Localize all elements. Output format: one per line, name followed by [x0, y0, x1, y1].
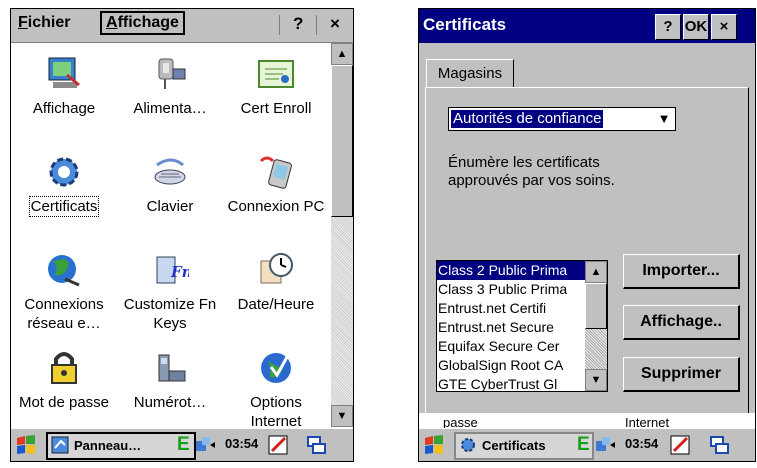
clock-time[interactable]: 03:54	[625, 436, 658, 451]
scrollbar-thumb[interactable]	[585, 283, 607, 329]
certificates-dialog: Certificats ? OK × Magasins Autorités de…	[418, 8, 756, 462]
list-item[interactable]: GTE CyberTrust Gl	[437, 375, 607, 391]
scrollbar-thumb[interactable]	[331, 65, 353, 217]
control-panel-item-options-internet[interactable]: Options Internet	[223, 349, 329, 427]
scroll-up-arrow-icon[interactable]: ▲	[331, 43, 353, 65]
control-panel-item-certificats[interactable]: Certificats	[11, 153, 117, 217]
tab-magasins[interactable]: Magasins	[426, 59, 514, 88]
power-icon	[151, 55, 189, 93]
windows-flag-icon[interactable]	[14, 433, 38, 457]
menu-bar: Fichier Affichage ? ×	[11, 9, 353, 43]
store-dropdown[interactable]: Autorités de confiance ▼	[448, 107, 676, 131]
close-button[interactable]: ×	[330, 14, 340, 34]
list-item[interactable]: GlobalSign Root CA	[437, 356, 607, 375]
control-panel-item-alimentation[interactable]: Alimenta…	[117, 55, 223, 118]
control-panel-item-customize-fn-keys[interactable]: Fn Customize Fn Keys	[117, 251, 223, 333]
certificate-enroll-icon	[257, 55, 295, 93]
list-item[interactable]: Entrust.net Secure	[437, 318, 607, 337]
certificats-label: Certificats	[28, 196, 100, 217]
clock-time[interactable]: 03:54	[225, 436, 258, 451]
list-item[interactable]: Equifax Secure Cer	[437, 337, 607, 356]
windows-flag-icon[interactable]	[422, 433, 446, 457]
list-item[interactable]: Class 3 Public Prima	[437, 280, 607, 299]
padlock-icon	[45, 349, 83, 387]
menu-separator	[279, 15, 280, 35]
windows-switch-icon[interactable]	[306, 435, 326, 455]
certificates-icon	[460, 437, 476, 453]
control-panel-item-connexions-reseau[interactable]: Connexions réseau e…	[11, 251, 117, 333]
menu-separator	[316, 15, 317, 35]
import-button[interactable]: Importer...	[623, 254, 740, 289]
control-panel-item-cert-enroll[interactable]: Cert Enroll	[223, 55, 329, 118]
control-panel-item-affichage[interactable]: Affichage	[11, 55, 117, 118]
clock-icon	[257, 251, 295, 289]
list-item[interactable]: Entrust.net Certifi	[437, 299, 607, 318]
list-item[interactable]: Class 2 Public Prima	[437, 261, 607, 280]
close-button[interactable]: ×	[711, 14, 737, 40]
control-panel-item-connexion-pc[interactable]: Connexion PC	[223, 153, 329, 216]
network-e-icon[interactable]: E	[177, 434, 190, 456]
help-button[interactable]: ?	[293, 14, 303, 34]
vertical-scrollbar[interactable]: ▲ ▼	[331, 43, 353, 427]
connectivity-icon[interactable]	[594, 435, 615, 455]
internet-options-icon	[257, 349, 295, 387]
certificates-icon	[45, 153, 83, 191]
windows-switch-icon[interactable]	[709, 435, 729, 455]
network-globe-icon	[45, 251, 83, 289]
control-panel-item-mot-de-passe[interactable]: Mot de passe	[11, 349, 117, 412]
ok-button[interactable]: OK	[683, 14, 709, 40]
pen-input-icon[interactable]	[268, 435, 288, 455]
scroll-down-arrow-icon[interactable]: ▼	[331, 405, 353, 427]
help-button[interactable]: ?	[655, 14, 681, 40]
taskbar: Certificats E 03:54	[419, 428, 755, 461]
control-panel-icon	[51, 436, 69, 454]
certificate-list[interactable]: Class 2 Public Prima Class 3 Public Prim…	[436, 260, 608, 392]
taskbar-app-button[interactable]: Certificats	[454, 432, 594, 460]
dialog-title: Certificats	[423, 15, 507, 34]
icon-grid: Affichage Alimenta… Cert Enroll Certific…	[11, 43, 329, 427]
delete-button[interactable]: Supprimer	[623, 357, 740, 392]
control-panel-window: Fichier Affichage ? × Affichage Alimenta…	[10, 8, 354, 462]
scroll-track[interactable]	[585, 329, 607, 369]
phone-icon	[151, 349, 189, 387]
pen-input-icon[interactable]	[670, 435, 690, 455]
store-selected-value: Autorités de confiance	[451, 110, 604, 128]
network-e-icon[interactable]: E	[577, 434, 590, 456]
fn-keys-icon: Fn	[151, 251, 193, 289]
taskbar: Panneau… E 03:54	[11, 428, 353, 461]
connectivity-icon[interactable]	[194, 435, 215, 455]
svg-text:Fn: Fn	[170, 263, 189, 281]
display-icon	[45, 55, 83, 93]
taskbar-app-button[interactable]: Panneau…	[46, 432, 196, 460]
chevron-down-icon[interactable]: ▼	[653, 108, 675, 130]
control-panel-item-clavier[interactable]: Clavier	[117, 153, 223, 216]
pc-connection-icon	[257, 153, 295, 191]
scroll-down-arrow-icon[interactable]: ▼	[585, 369, 607, 391]
store-description: Énumère les certificats approuvés par vo…	[448, 154, 615, 189]
control-panel-item-date-heure[interactable]: Date/Heure	[223, 251, 329, 314]
menu-fichier[interactable]: Fichier	[18, 14, 70, 32]
title-bar: Certificats ? OK ×	[419, 9, 755, 43]
menu-affichage[interactable]: Affichage	[100, 11, 185, 35]
keyboard-icon	[151, 153, 189, 191]
control-panel-item-numerotation[interactable]: Numérot…	[117, 349, 223, 412]
view-button[interactable]: Affichage..	[623, 305, 740, 340]
list-scrollbar[interactable]: ▲ ▼	[585, 261, 607, 391]
scroll-up-arrow-icon[interactable]: ▲	[585, 261, 607, 283]
